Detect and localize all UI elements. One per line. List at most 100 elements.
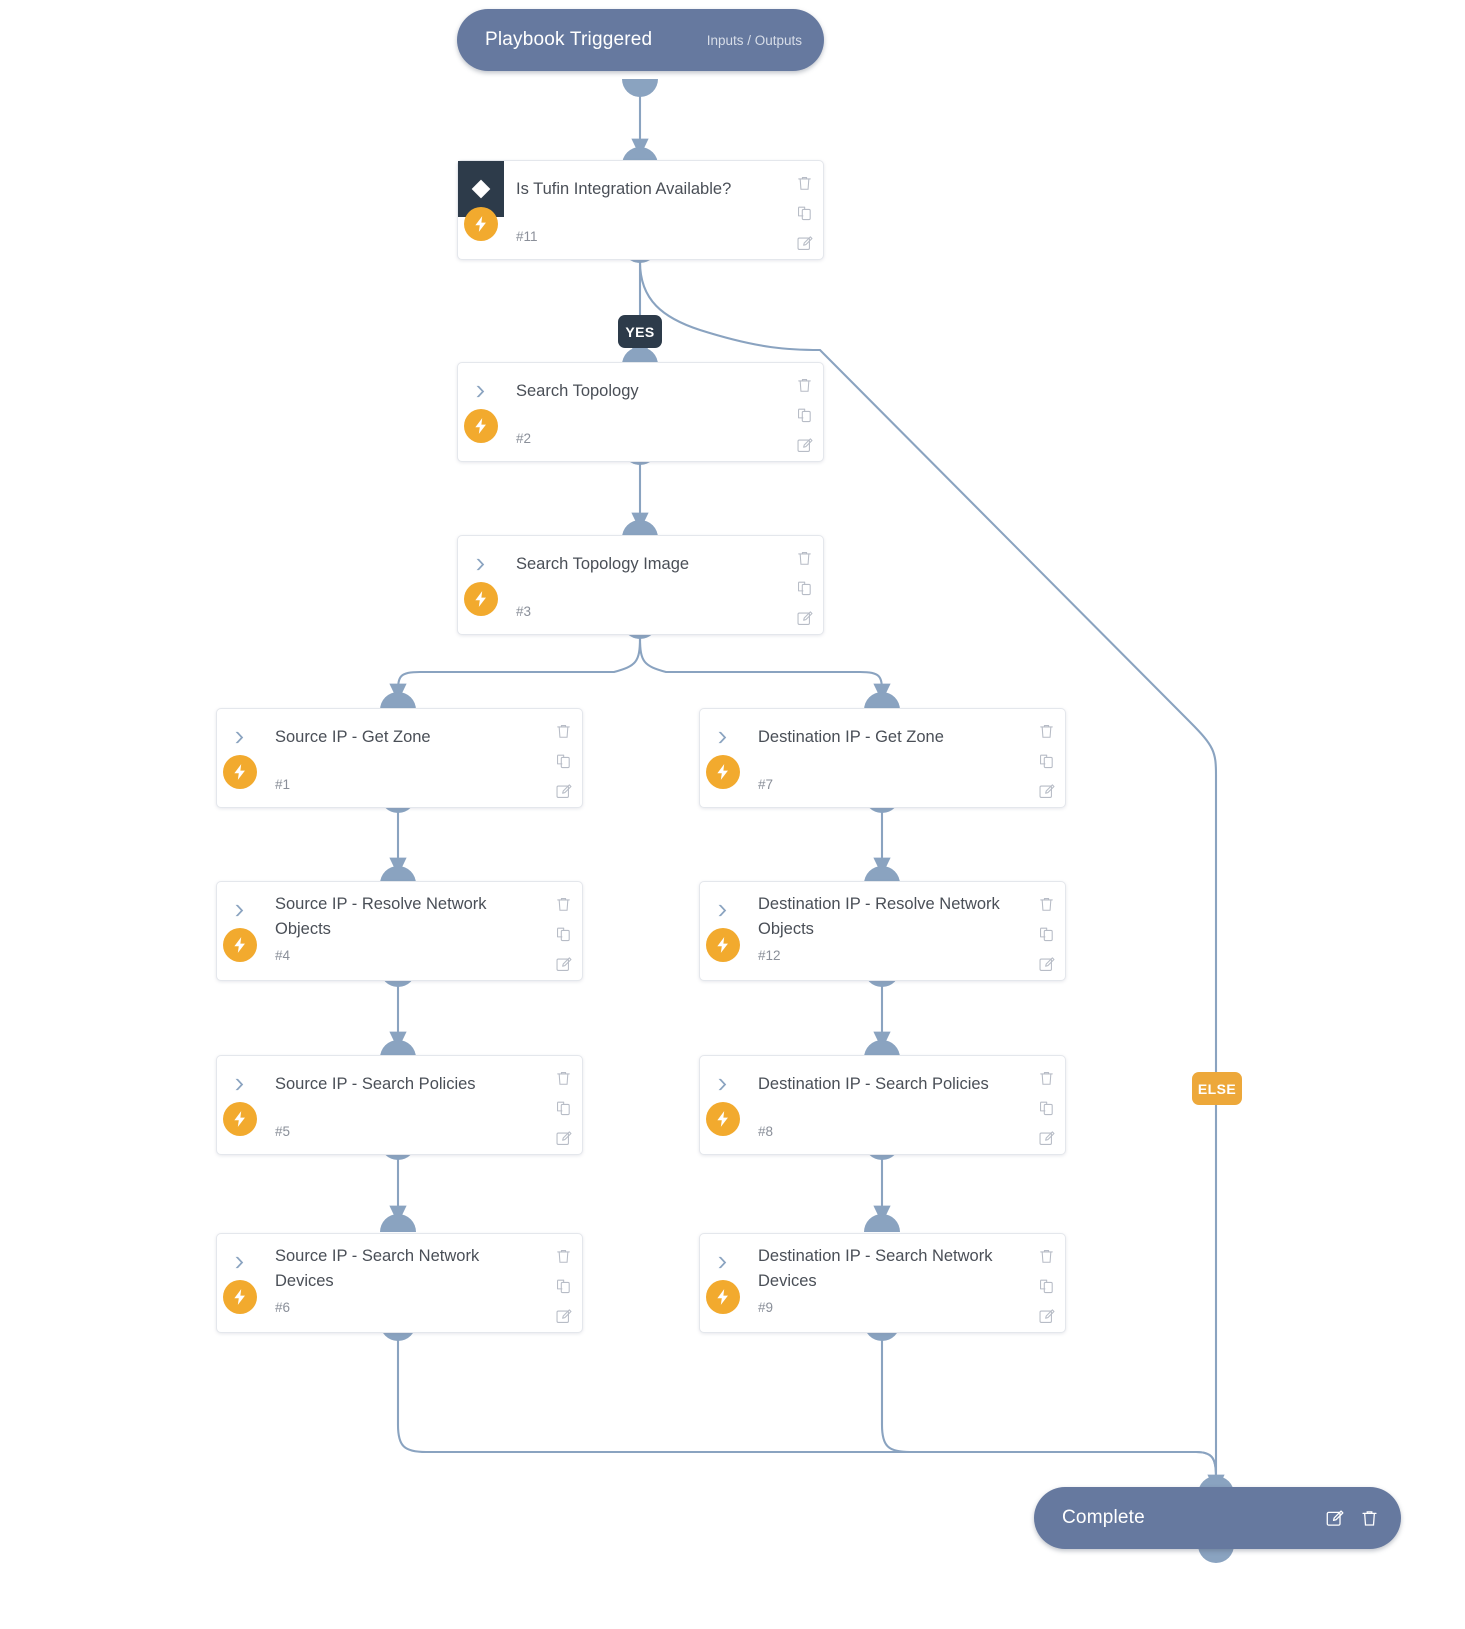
card-action-group: [796, 175, 813, 252]
delete-icon[interactable]: [555, 1248, 572, 1265]
node-title: Source IP - Resolve Network Objects: [275, 895, 487, 938]
edit-icon[interactable]: [1038, 1130, 1055, 1147]
delete-icon[interactable]: [1038, 723, 1055, 740]
delete-icon[interactable]: [555, 723, 572, 740]
delete-icon[interactable]: [796, 550, 813, 567]
card-action-group: [555, 1070, 572, 1147]
node-destination-ip-resolve-network-objects[interactable]: Destination IP - Resolve Network Objects…: [699, 881, 1066, 981]
inputs-outputs-link[interactable]: Inputs / Outputs: [707, 33, 802, 48]
node-number: #11: [516, 229, 538, 244]
edit-icon[interactable]: [796, 610, 813, 627]
complete-node[interactable]: Complete: [1034, 1487, 1401, 1549]
node-title: Destination IP - Search Network Devices: [758, 1247, 993, 1290]
node-search-topology[interactable]: Search Topology #2: [457, 362, 824, 462]
node-title: Source IP - Search Network Devices: [275, 1247, 480, 1290]
duplicate-icon[interactable]: [1038, 1100, 1055, 1117]
card-header-row: Source IP - Resolve Network Objects: [217, 882, 582, 938]
edit-icon[interactable]: [555, 956, 572, 973]
duplicate-icon[interactable]: [796, 580, 813, 597]
branch-label-else[interactable]: ELSE: [1192, 1072, 1242, 1105]
node-number: #8: [758, 1124, 774, 1139]
lightning-icon: [223, 1102, 257, 1136]
edit-icon[interactable]: [796, 437, 813, 454]
edit-icon[interactable]: [555, 783, 572, 800]
node-number: #7: [758, 777, 774, 792]
card-header-row: Source IP - Get Zone: [217, 709, 582, 765]
delete-icon[interactable]: [1038, 1070, 1055, 1087]
node-number: #4: [275, 948, 291, 963]
edit-icon[interactable]: [1038, 1308, 1055, 1325]
node-title: Is Tufin Integration Available?: [516, 180, 732, 198]
edit-icon[interactable]: [1325, 1509, 1344, 1528]
lightning-icon: [706, 755, 740, 789]
delete-icon[interactable]: [555, 1070, 572, 1087]
duplicate-icon[interactable]: [555, 1100, 572, 1117]
duplicate-icon[interactable]: [555, 1278, 572, 1295]
delete-icon[interactable]: [796, 175, 813, 192]
duplicate-icon[interactable]: [555, 926, 572, 943]
lightning-icon: [223, 755, 257, 789]
branch-label-yes-text: YES: [625, 323, 655, 340]
node-number: #9: [758, 1300, 774, 1315]
node-title: Search Topology: [516, 382, 639, 400]
branch-label-else-text: ELSE: [1197, 1080, 1237, 1097]
duplicate-icon[interactable]: [1038, 1278, 1055, 1295]
card-action-group: [796, 377, 813, 454]
node-search-topology-image[interactable]: Search Topology Image #3: [457, 535, 824, 635]
node-title: Source IP - Get Zone: [275, 728, 431, 746]
edit-icon[interactable]: [555, 1130, 572, 1147]
card-action-group: [796, 550, 813, 627]
duplicate-icon[interactable]: [796, 205, 813, 222]
card-header-row: Search Topology: [458, 363, 823, 419]
duplicate-icon[interactable]: [796, 407, 813, 424]
node-destination-ip-search-policies[interactable]: Destination IP - Search Policies #8: [699, 1055, 1066, 1155]
card-header-row: Destination IP - Resolve Network Objects: [700, 882, 1065, 938]
edit-icon[interactable]: [1038, 783, 1055, 800]
lightning-icon: [464, 409, 498, 443]
card-footer-row: #8: [700, 1102, 1065, 1162]
card-header-row: Destination IP - Get Zone: [700, 709, 1065, 765]
card-action-group: [1038, 896, 1055, 973]
delete-icon[interactable]: [1360, 1509, 1379, 1528]
card-footer-row: #1: [217, 755, 582, 815]
node-destination-ip-search-network-devices[interactable]: Destination IP - Search Network Devices …: [699, 1233, 1066, 1333]
card-action-group: [1038, 723, 1055, 800]
card-action-group: [1038, 1070, 1055, 1147]
node-source-ip-resolve-network-objects[interactable]: Source IP - Resolve Network Objects #4: [216, 881, 583, 981]
delete-icon[interactable]: [1038, 1248, 1055, 1265]
node-source-ip-search-policies[interactable]: Source IP - Search Policies #5: [216, 1055, 583, 1155]
delete-icon[interactable]: [796, 377, 813, 394]
node-number: #6: [275, 1300, 291, 1315]
delete-icon[interactable]: [555, 896, 572, 913]
lightning-icon: [706, 928, 740, 962]
duplicate-icon[interactable]: [555, 753, 572, 770]
playbook-triggered-label: Playbook Triggered: [485, 29, 653, 50]
duplicate-icon[interactable]: [1038, 926, 1055, 943]
node-destination-ip-get-zone[interactable]: Destination IP - Get Zone #7: [699, 708, 1066, 808]
branch-label-yes[interactable]: YES: [618, 315, 662, 348]
node-number: #3: [516, 604, 532, 619]
edit-icon[interactable]: [555, 1308, 572, 1325]
card-footer-row: #2: [458, 409, 823, 469]
card-header-row: Search Topology Image: [458, 536, 823, 592]
duplicate-icon[interactable]: [1038, 753, 1055, 770]
edit-icon[interactable]: [796, 235, 813, 252]
lightning-icon: [223, 928, 257, 962]
card-header-row: Is Tufin Integration Available?: [458, 161, 823, 217]
edit-icon[interactable]: [1038, 956, 1055, 973]
delete-icon[interactable]: [1038, 896, 1055, 913]
node-is-tufin-integration-available[interactable]: Is Tufin Integration Available? #11: [457, 160, 824, 260]
socket-start-out: [622, 79, 658, 97]
lightning-icon: [706, 1280, 740, 1314]
node-source-ip-get-zone[interactable]: Source IP - Get Zone #1: [216, 708, 583, 808]
lightning-icon: [464, 582, 498, 616]
lightning-icon: [464, 207, 498, 241]
playbook-triggered-node[interactable]: Playbook Triggered Inputs / Outputs: [457, 9, 824, 71]
card-header-row: Source IP - Search Policies: [217, 1056, 582, 1112]
card-header-row: Source IP - Search Network Devices: [217, 1234, 582, 1290]
node-source-ip-search-network-devices[interactable]: Source IP - Search Network Devices #6: [216, 1233, 583, 1333]
card-footer-row: #12: [700, 928, 1065, 988]
node-title: Destination IP - Resolve Network Objects: [758, 895, 1000, 938]
card-footer-row: #7: [700, 755, 1065, 815]
card-footer-row: #4: [217, 928, 582, 988]
